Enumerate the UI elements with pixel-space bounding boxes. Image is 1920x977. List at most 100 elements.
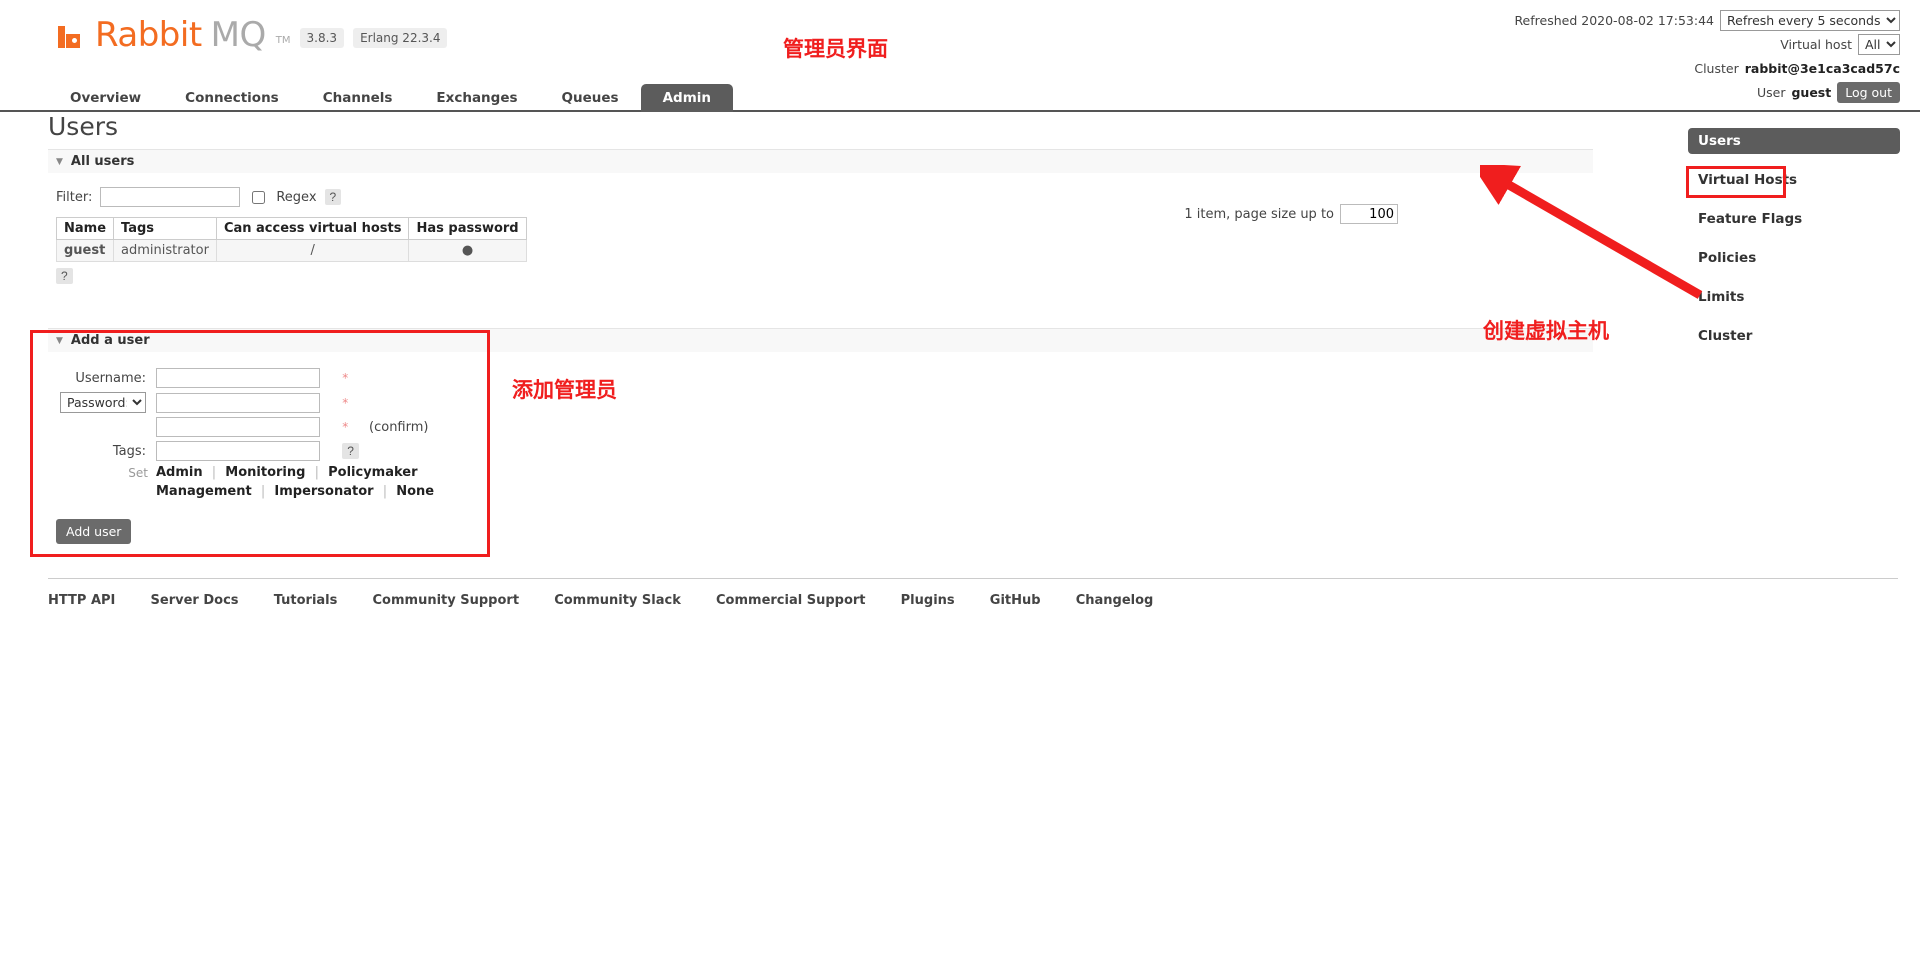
- page-title: Users: [48, 112, 119, 141]
- all-users-section-header[interactable]: ▼ All users: [48, 149, 1593, 173]
- col-tags[interactable]: Tags: [113, 217, 217, 240]
- tags-help-button[interactable]: ?: [342, 443, 359, 459]
- footer-link-tutorials[interactable]: Tutorials: [274, 593, 338, 608]
- nav-link-admin[interactable]: Admin: [640, 84, 733, 112]
- add-user-button[interactable]: Add user: [56, 519, 132, 544]
- footer-link-community-support[interactable]: Community Support: [373, 593, 520, 608]
- username-row: Username: *: [56, 366, 438, 390]
- all-users-section-label: All users: [70, 154, 135, 169]
- regex-checkbox[interactable]: [252, 190, 266, 204]
- filter-label: Filter:: [56, 189, 93, 205]
- main-content: Users ▼ All users Filter: Regex ? 1 item…: [0, 112, 1660, 544]
- brand-name-bold: Rabbit: [95, 15, 202, 55]
- nav-tab-overview[interactable]: Overview: [48, 84, 163, 112]
- cluster-label: Cluster: [1694, 61, 1739, 76]
- footer-link-plugins[interactable]: Plugins: [901, 593, 955, 608]
- regex-label: Regex: [276, 189, 317, 205]
- col-name[interactable]: Name: [55, 217, 115, 240]
- sidebar-item-users[interactable]: Users: [1688, 128, 1900, 154]
- password-spacer: [365, 390, 438, 415]
- refreshed-timestamp: Refreshed 2020-08-02 17:53:44: [1514, 13, 1714, 28]
- erlang-version-badge: Erlang 22.3.4: [353, 28, 448, 48]
- add-user-section: ▼ Add a user Username: * Password: * * (…: [48, 328, 1593, 544]
- col-vhosts[interactable]: Can access virtual hosts: [215, 217, 410, 240]
- sidebar-item-cluster[interactable]: Cluster: [1688, 323, 1900, 349]
- tags-input[interactable]: [156, 441, 320, 461]
- col-has-password[interactable]: Has password: [408, 217, 527, 240]
- nav-tab-queues[interactable]: Queues: [540, 84, 641, 112]
- tag-preset-none[interactable]: None: [396, 484, 434, 499]
- password-confirm-note: (confirm): [369, 419, 429, 435]
- password-required-mark: *: [342, 395, 349, 410]
- pager-controls: 1 item, page size up to: [1184, 204, 1398, 224]
- sidebar-item-limits[interactable]: Limits: [1688, 284, 1900, 310]
- annotation-create-vhost: 创建虚拟主机: [1483, 319, 1609, 343]
- cell-user-name[interactable]: guest: [55, 239, 115, 262]
- username-required-mark: *: [342, 371, 349, 385]
- tag-separator: |: [314, 465, 319, 480]
- users-table: Name Tags Can access virtual hosts Has p…: [55, 217, 527, 262]
- table-header-row: Name Tags Can access virtual hosts Has p…: [55, 217, 527, 240]
- tag-preset-management[interactable]: Management: [156, 484, 252, 499]
- tag-presets-row-1: Set Admin | Monitoring | Policymaker: [56, 463, 438, 482]
- users-table-head: Name Tags Can access virtual hosts Has p…: [55, 217, 527, 240]
- nav-link-overview[interactable]: Overview: [48, 84, 163, 112]
- tag-separator: |: [211, 465, 217, 480]
- nav-link-queues[interactable]: Queues: [540, 84, 641, 112]
- password-type-select[interactable]: Password:: [60, 392, 146, 413]
- nav-link-connections[interactable]: Connections: [163, 84, 301, 112]
- tag-presets-spacer: [56, 482, 152, 501]
- nav-tab-connections[interactable]: Connections: [163, 84, 301, 112]
- nav-tab-channels[interactable]: Channels: [301, 84, 415, 112]
- admin-sidebar: Users Virtual Hosts Feature Flags Polici…: [1688, 128, 1900, 362]
- footer-link-community-slack[interactable]: Community Slack: [554, 593, 681, 608]
- footer-link-server-docs[interactable]: Server Docs: [151, 593, 239, 608]
- username-input[interactable]: [156, 368, 320, 388]
- username-label: Username:: [75, 370, 146, 386]
- tags-row: Tags: ?: [56, 439, 438, 463]
- tags-label: Tags:: [112, 443, 146, 459]
- sidebar-item-feature-flags[interactable]: Feature Flags: [1688, 206, 1900, 232]
- username-field-cell: [152, 366, 338, 390]
- table-help-button[interactable]: ?: [56, 268, 73, 284]
- password-confirm-input[interactable]: [156, 417, 320, 437]
- tag-preset-admin[interactable]: Admin: [156, 465, 203, 480]
- version-badge: 3.8.3: [299, 28, 345, 48]
- table-row[interactable]: guest administrator / ●: [55, 239, 527, 262]
- vhost-select[interactable]: All: [1858, 34, 1900, 55]
- footer-link-commercial-support[interactable]: Commercial Support: [716, 593, 866, 608]
- chevron-down-icon: ▼: [56, 156, 63, 167]
- pager-text: 1 item, page size up to: [1184, 206, 1334, 222]
- footer-link-changelog[interactable]: Changelog: [1076, 593, 1154, 608]
- username-spacer: [365, 366, 438, 390]
- add-user-form: Username: * Password: * * (confirm) Tags…: [56, 366, 438, 501]
- filter-input[interactable]: [100, 187, 241, 207]
- app-root: Rabbit MQ TM 3.8.3 Erlang 22.3.4 Refresh…: [0, 0, 1920, 977]
- nav-link-channels[interactable]: Channels: [301, 84, 415, 112]
- password-input[interactable]: [156, 392, 320, 413]
- vhost-row: Virtual host All: [1514, 34, 1900, 55]
- filter-help-button[interactable]: ?: [324, 189, 342, 205]
- footer-link-http-api[interactable]: HTTP API: [48, 593, 115, 608]
- tag-preset-monitoring[interactable]: Monitoring: [225, 465, 305, 480]
- page-size-input[interactable]: [1340, 204, 1398, 224]
- tag-separator: |: [260, 484, 266, 499]
- app-header: Rabbit MQ TM 3.8.3 Erlang 22.3.4 Refresh…: [0, 0, 1920, 103]
- refresh-interval-select[interactable]: Refresh every 5 seconds: [1720, 10, 1900, 31]
- brand-logo[interactable]: Rabbit MQ TM 3.8.3 Erlang 22.3.4: [58, 15, 448, 55]
- sidebar-item-virtual-hosts[interactable]: Virtual Hosts: [1688, 167, 1900, 193]
- cell-user-vhosts: /: [215, 239, 410, 262]
- tag-preset-policymaker[interactable]: Policymaker: [328, 465, 417, 480]
- footer-link-github[interactable]: GitHub: [990, 593, 1041, 608]
- nav-tab-admin[interactable]: Admin: [640, 84, 733, 112]
- cluster-row: Cluster rabbit@3e1ca3cad57c: [1514, 58, 1900, 79]
- nav-link-exchanges[interactable]: Exchanges: [414, 84, 539, 112]
- nav-tab-exchanges[interactable]: Exchanges: [414, 84, 539, 112]
- brand-name-light: MQ: [210, 15, 267, 55]
- users-table-body: guest administrator / ●: [55, 239, 527, 262]
- add-user-section-header[interactable]: ▼ Add a user: [48, 328, 1593, 352]
- password-confirm-row: * (confirm): [56, 415, 438, 439]
- sidebar-item-policies[interactable]: Policies: [1688, 245, 1900, 271]
- tag-presets-row-2: Management | Impersonator | None: [56, 482, 438, 501]
- tag-preset-impersonator[interactable]: Impersonator: [274, 484, 373, 499]
